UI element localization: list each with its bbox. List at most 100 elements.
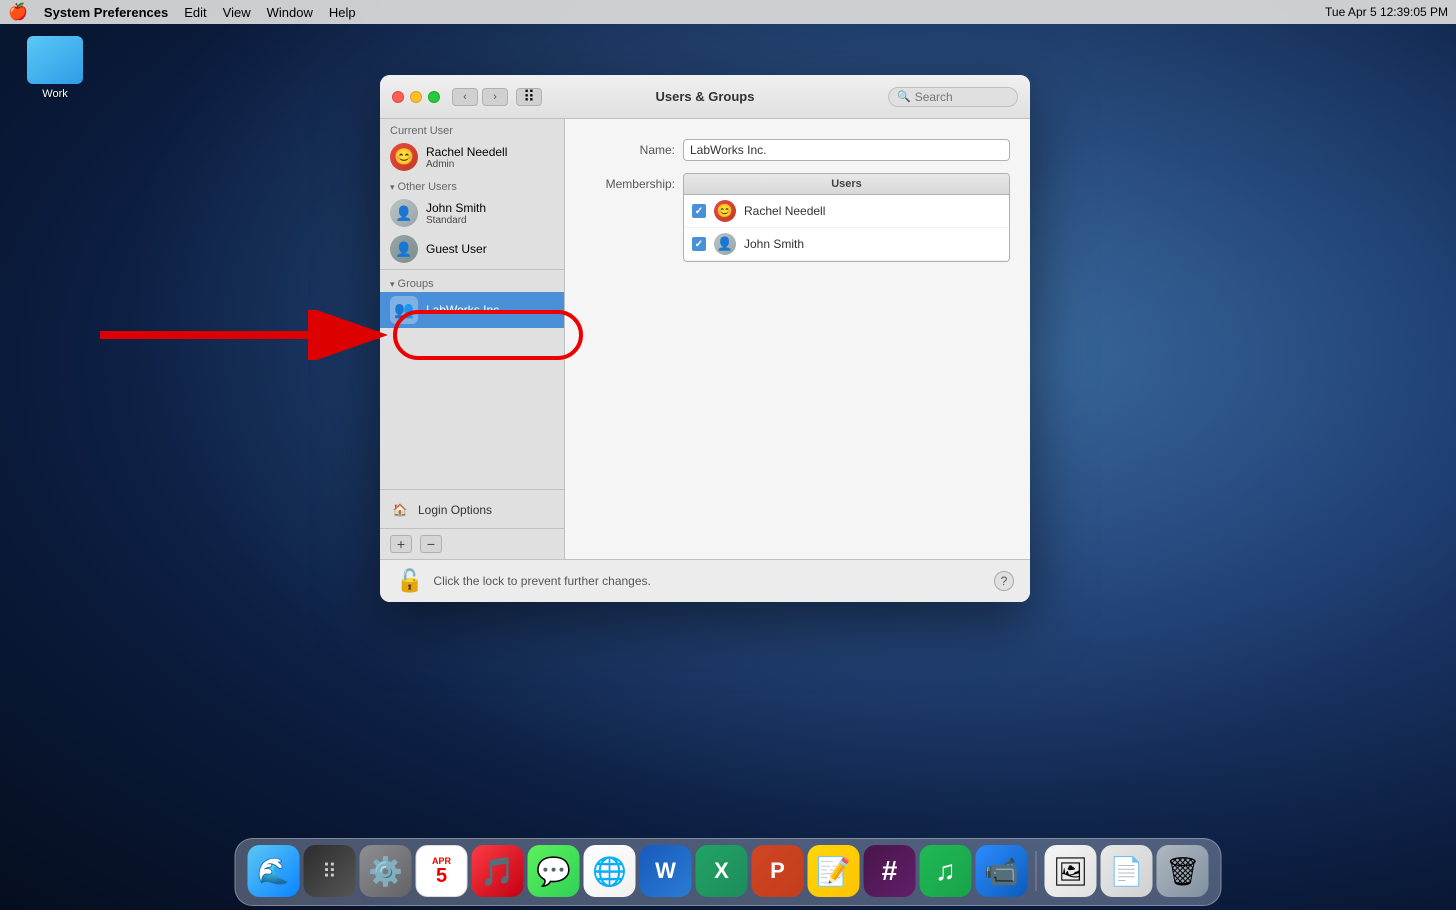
maximize-button[interactable]: [428, 91, 440, 103]
dock-item-calendar[interactable]: APR 5: [416, 845, 468, 897]
minimize-button[interactable]: [410, 91, 422, 103]
guest-avatar: 👤: [390, 235, 418, 263]
labworks-info: LabWorks Inc.: [426, 303, 502, 317]
sidebar-item-rachel[interactable]: 😊 Rachel Needell Admin: [380, 139, 564, 175]
dock-item-spotify[interactable]: ♫: [920, 845, 972, 897]
rachel-checkbox[interactable]: [692, 204, 706, 218]
desktop-folder-work[interactable]: Work: [20, 36, 90, 100]
grid-button[interactable]: ⠿: [516, 88, 542, 106]
member-row-rachel[interactable]: 😊 Rachel Needell: [684, 195, 1009, 228]
groups-section-label: ▾ Groups: [380, 272, 564, 292]
folder-icon: [27, 36, 83, 84]
window-footer: 🔓 Click the lock to prevent further chan…: [380, 559, 1030, 602]
dock-item-slack[interactable]: #: [864, 845, 916, 897]
finder-icon: 🌊: [257, 856, 289, 887]
add-button[interactable]: +: [390, 535, 412, 553]
help-button[interactable]: ?: [994, 571, 1014, 591]
trash-icon: 🗑: [1165, 855, 1201, 888]
sidebar-item-john[interactable]: 👤 John Smith Standard: [380, 195, 564, 231]
rachel-avatar: 😊: [390, 143, 418, 171]
dock-item-notes[interactable]: 📝: [808, 845, 860, 897]
dock-item-music[interactable]: 🎵: [472, 845, 524, 897]
apple-menu[interactable]: 🍎: [8, 2, 28, 22]
sidebar-item-guest[interactable]: 👤 Guest User: [380, 231, 564, 267]
launchpad-icon: ⠿: [322, 859, 337, 884]
lock-text[interactable]: Click the lock to prevent further change…: [433, 574, 984, 588]
john-checkbox[interactable]: [692, 237, 706, 251]
guest-info: Guest User: [426, 242, 487, 256]
john-role: Standard: [426, 215, 486, 226]
dock-item-word[interactable]: W: [640, 845, 692, 897]
membership-table: Users 😊 Rachel Needell 👤: [683, 173, 1010, 262]
chrome-icon: 🌐: [592, 855, 627, 888]
spotify-icon: ♫: [935, 855, 956, 887]
back-button[interactable]: ‹: [452, 88, 478, 106]
dock-item-trash[interactable]: 🗑: [1157, 845, 1209, 897]
dock-item-system-preferences[interactable]: ⚙️: [360, 845, 412, 897]
window-search[interactable]: 🔍: [888, 87, 1018, 107]
login-options-item[interactable]: 🏠 Login Options: [380, 492, 564, 528]
john-member-name: John Smith: [744, 237, 804, 251]
labworks-avatar: 👥: [390, 296, 418, 324]
login-options-label: Login Options: [418, 503, 492, 517]
john-info: John Smith Standard: [426, 201, 486, 226]
system-preferences-icon: ⚙️: [368, 855, 403, 888]
forward-button[interactable]: ›: [482, 88, 508, 106]
name-label: Name:: [585, 143, 675, 157]
john-member-avatar: 👤: [714, 233, 736, 255]
member-row-john[interactable]: 👤 John Smith: [684, 228, 1009, 261]
folder-label: Work: [42, 88, 67, 100]
dock-item-messages[interactable]: 💬: [528, 845, 580, 897]
dock-item-zoom[interactable]: 📹: [976, 845, 1028, 897]
window-nav: ‹ › ⠿: [452, 88, 542, 106]
remove-button[interactable]: −: [420, 535, 442, 553]
traffic-lights: [392, 91, 440, 103]
john-name: John Smith: [426, 201, 486, 215]
files-icon: 📄: [1109, 855, 1144, 888]
menu-app-name[interactable]: System Preferences: [44, 5, 168, 20]
notes-icon: 📝: [816, 855, 851, 888]
labworks-name: LabWorks Inc.: [426, 303, 502, 317]
preview-icon: 🖼: [1053, 855, 1089, 888]
dock-item-chrome[interactable]: 🌐: [584, 845, 636, 897]
slack-icon: #: [882, 855, 898, 887]
menu-help[interactable]: Help: [329, 5, 356, 20]
sidebar-item-labworks[interactable]: 👥 LabWorks Inc.: [380, 292, 564, 328]
zoom-icon: 📹: [984, 855, 1019, 888]
menu-window[interactable]: Window: [267, 5, 313, 20]
guest-name: Guest User: [426, 242, 487, 256]
music-icon: 🎵: [480, 855, 515, 888]
sidebar: Current User 😊 Rachel Needell Admin ▾ Ot…: [380, 119, 565, 559]
search-input[interactable]: [915, 90, 1015, 104]
dock-item-powerpoint[interactable]: P: [752, 845, 804, 897]
dock-item-files[interactable]: 📄: [1101, 845, 1153, 897]
dock-divider: [1036, 851, 1037, 891]
dock-item-launchpad[interactable]: ⠿: [304, 845, 356, 897]
house-icon: 🏠: [390, 500, 410, 520]
rachel-name: Rachel Needell: [426, 145, 507, 159]
window-title: Users & Groups: [656, 89, 755, 104]
membership-section: Membership: Users 😊 Rachel Needell: [585, 173, 1010, 262]
calendar-date-label: 5: [436, 866, 447, 886]
name-field-row: Name:: [585, 139, 1010, 161]
rachel-member-name: Rachel Needell: [744, 204, 825, 218]
members-header: Users: [684, 174, 1009, 195]
membership-label: Membership:: [585, 173, 675, 191]
dock-item-preview[interactable]: 🖼: [1045, 845, 1097, 897]
rachel-info: Rachel Needell Admin: [426, 145, 507, 170]
menu-view[interactable]: View: [223, 5, 251, 20]
other-users-section-label: ▾ Other Users: [380, 175, 564, 195]
search-icon: 🔍: [897, 90, 911, 103]
word-icon: W: [655, 858, 676, 884]
lock-icon[interactable]: 🔓: [396, 568, 423, 594]
close-button[interactable]: [392, 91, 404, 103]
main-content: Name: Membership: Users 😊 Rachel Needell: [565, 119, 1030, 559]
menu-edit[interactable]: Edit: [184, 5, 206, 20]
sidebar-bottom: + −: [380, 528, 564, 559]
powerpoint-icon: P: [770, 858, 785, 884]
name-input[interactable]: [683, 139, 1010, 161]
dock: 🌊 ⠿ ⚙️ APR 5 🎵 💬 🌐 W X P 📝 # ♫ 📹 🖼 �: [235, 838, 1222, 906]
users-and-groups-window: ‹ › ⠿ Users & Groups 🔍 Current User 😊 Ra…: [380, 75, 1030, 602]
dock-item-excel[interactable]: X: [696, 845, 748, 897]
dock-item-finder[interactable]: 🌊: [248, 845, 300, 897]
